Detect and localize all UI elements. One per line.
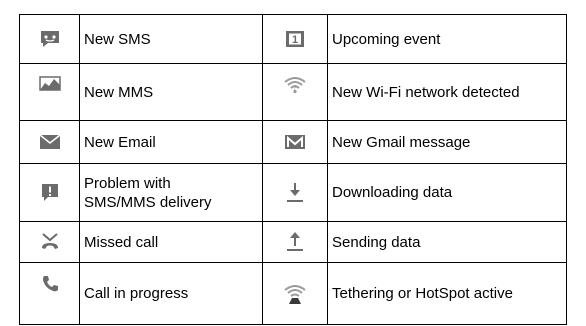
- call-in-progress-label: Call in progress: [84, 285, 189, 302]
- wifi-detected-label: New Wi-Fi network detected: [332, 83, 520, 101]
- table-row: Problem with SMS/MMS delivery Downloadin…: [19, 163, 567, 222]
- new-mms-label: New MMS: [84, 83, 154, 101]
- label-cell: Downloading data: [327, 163, 567, 222]
- sms-error-icon: [20, 183, 79, 203]
- icon-cell: [19, 120, 80, 164]
- label-cell: Upcoming event: [327, 14, 567, 64]
- table-row: New MMS ? New Wi-Fi network detected: [19, 63, 567, 121]
- icon-cell: [262, 163, 328, 222]
- sms-icon: [20, 29, 79, 49]
- icon-cell: [19, 14, 80, 64]
- icon-cell: 1: [262, 14, 328, 64]
- icon-cell: [262, 221, 328, 263]
- download-icon: [263, 182, 327, 204]
- icon-cell: ?: [262, 63, 328, 121]
- mms-icon: [20, 76, 79, 92]
- upcoming-event-label: Upcoming event: [332, 30, 441, 48]
- missed-call-icon: [20, 232, 79, 252]
- new-gmail-label: New Gmail message: [332, 133, 471, 151]
- gmail-icon: [263, 134, 327, 150]
- label-cell: Problem with SMS/MMS delivery: [79, 163, 263, 222]
- hotspot-icon: [263, 283, 327, 305]
- icon-cell: [19, 262, 80, 325]
- notification-icons-table: New SMS 1 Upcoming event New MMS ? New W…: [19, 14, 567, 325]
- missed-call-label: Missed call: [84, 233, 159, 251]
- table-row: Missed call Sending data: [19, 221, 567, 263]
- icon-cell: [19, 221, 80, 263]
- label-cell: Missed call: [79, 221, 263, 263]
- label-cell: Tethering or HotSpot active: [327, 262, 567, 325]
- wifi-icon: ?: [263, 76, 327, 94]
- upload-icon: [263, 231, 327, 253]
- label-cell: Call in progress: [79, 262, 263, 325]
- new-sms-label: New SMS: [84, 30, 151, 48]
- sending-data-label: Sending data: [332, 233, 421, 251]
- label-cell: New SMS: [79, 14, 263, 64]
- calendar-day-text: 1: [292, 34, 298, 46]
- label-cell: New Wi-Fi network detected: [327, 63, 567, 121]
- table-row: New Email New Gmail message: [19, 120, 567, 164]
- icon-cell: [19, 63, 80, 121]
- new-email-label: New Email: [84, 133, 156, 151]
- table-row: Call in progress Tethering or HotSpot ac…: [19, 262, 567, 325]
- label-cell: Sending data: [327, 221, 567, 263]
- icon-cell: [19, 163, 80, 222]
- hotspot-active-label: Tethering or HotSpot active: [332, 285, 513, 302]
- icon-cell: [262, 120, 328, 164]
- icon-cell: [262, 262, 328, 325]
- downloading-data-label: Downloading data: [332, 184, 453, 201]
- table-row: New SMS 1 Upcoming event: [19, 14, 567, 64]
- label-cell: New Gmail message: [327, 120, 567, 164]
- sms-mms-problem-label-line1: Problem with: [84, 174, 171, 192]
- sms-mms-problem-label-line2: SMS/MMS delivery: [84, 193, 212, 211]
- label-cell: New MMS: [79, 63, 263, 121]
- calendar-event-icon: 1: [263, 30, 327, 48]
- label-cell: New Email: [79, 120, 263, 164]
- call-in-progress-icon: [20, 275, 79, 293]
- svg-text:?: ?: [293, 85, 297, 92]
- email-icon: [20, 134, 79, 150]
